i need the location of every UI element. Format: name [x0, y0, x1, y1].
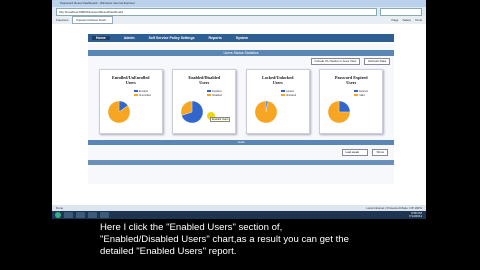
- chart-legend: Expired Valid: [354, 90, 368, 97]
- include-ou-button[interactable]: Include OU Status in Area View: [310, 58, 361, 65]
- favorites-button[interactable]: Favorites: [56, 18, 68, 22]
- audit-header: Audit: [88, 140, 394, 145]
- chart-title: Enrolled/UnEnrolled Users: [111, 75, 150, 85]
- chart-tooltip: Enabled Users: [210, 117, 231, 122]
- show-button[interactable]: Show: [372, 149, 388, 156]
- dashboard-content: Users Status Statistics Include OU Statu…: [88, 44, 394, 184]
- chart-title: Enabled/Disabled Users: [188, 75, 221, 85]
- tools-menu[interactable]: Tools: [415, 18, 422, 22]
- chart-title: Locked/Unlocked Users: [262, 75, 294, 85]
- browser-tools: Page Safety Tools: [391, 18, 422, 22]
- main-nav: Home Admin Self Service Policy Settings …: [88, 34, 394, 42]
- dashboard-header: Users Status Statistics: [88, 50, 394, 56]
- enrolled-pie-chart[interactable]: [107, 100, 131, 124]
- ie-taskbar-icon[interactable]: [64, 212, 73, 218]
- address-input[interactable]: http://localhost:8080/PasswordReset/Dash…: [56, 7, 377, 16]
- address-bar-row: http://localhost:8080/PasswordReset/Dash…: [52, 7, 426, 16]
- chart-card-enabled: Enabled/Disabled Users Enabled Disabled: [172, 69, 237, 134]
- audit-controls: Last week Show: [88, 149, 394, 156]
- status-text: Done: [56, 206, 64, 210]
- pie-slice-expired[interactable]: [339, 100, 351, 113]
- nav-home[interactable]: Home: [92, 36, 110, 40]
- media-taskbar-icon[interactable]: [88, 212, 97, 218]
- nav-system[interactable]: System: [236, 36, 248, 40]
- nav-admin[interactable]: Admin: [124, 36, 135, 40]
- nav-policy[interactable]: Self Service Policy Settings: [149, 36, 195, 40]
- enabled-pie-chart[interactable]: [180, 100, 204, 124]
- chart-card-enrolled: Enrolled/UnEnrolled Users Enrolled Unenro…: [98, 69, 163, 134]
- safety-menu[interactable]: Safety: [402, 18, 411, 22]
- nav-reports[interactable]: Reports: [209, 36, 222, 40]
- browser-tab[interactable]: Password Reset Dash...: [72, 16, 113, 24]
- period-select[interactable]: Last week: [342, 149, 369, 156]
- caption-line: Here I click the "Enabled Users" section…: [100, 222, 283, 233]
- refresh-data-button[interactable]: Refresh Data: [364, 58, 390, 65]
- taskbar-clock[interactable]: 3:58 PM 7/14/2011: [409, 212, 426, 218]
- window-title: Password Reset Dashboard - Windows Inter…: [52, 0, 426, 7]
- pie-slice-unlocked[interactable]: [254, 100, 277, 124]
- desktop-screen: Password Reset Dashboard - Windows Inter…: [52, 0, 426, 219]
- favorites-bar: Favorites Password Reset Dash... Page Sa…: [52, 16, 426, 24]
- chart-card-locked: Locked/Unlocked Users Locked Unlocked: [245, 69, 310, 134]
- expired-pie-chart[interactable]: [327, 100, 351, 124]
- video-caption: Here I click the "Enabled Users" section…: [100, 222, 460, 258]
- start-button-icon[interactable]: [55, 212, 61, 218]
- chart-legend: Locked Unlocked: [280, 90, 296, 97]
- explorer-taskbar-icon[interactable]: [76, 212, 85, 218]
- caption-line: detailed "Enabled Users" report.: [100, 246, 237, 257]
- chart-title: Password Expired Users: [334, 75, 368, 85]
- browser-search-input[interactable]: [380, 7, 422, 16]
- page-menu[interactable]: Page: [391, 18, 398, 22]
- chart-card-expired: Password Expired Users Expired Valid: [319, 69, 384, 134]
- audit-table-header: [88, 160, 394, 165]
- locked-pie-chart[interactable]: [254, 100, 278, 124]
- chart-legend: Enabled Disabled: [207, 90, 222, 97]
- chart-legend: Enrolled Unenrolled: [133, 90, 151, 97]
- dashboard-toolbar: Include OU Status in Area View Refresh D…: [88, 58, 394, 65]
- app-taskbar-icon[interactable]: [100, 212, 109, 218]
- caption-line: "Enabled/Disabled Users" chart,as a resu…: [100, 234, 349, 245]
- taskbar: 3:58 PM 7/14/2011: [52, 211, 426, 219]
- chart-row: Enrolled/UnEnrolled Users Enrolled Unenro…: [88, 69, 394, 134]
